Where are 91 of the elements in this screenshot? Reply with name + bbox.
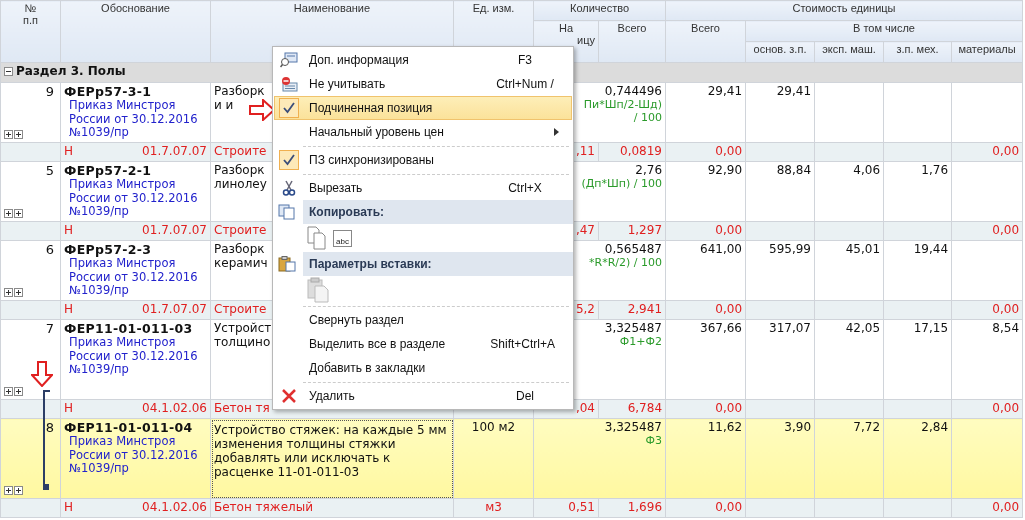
unit-cell: м3 [485,500,502,514]
resource-name: Строите [214,223,267,237]
resource-code: 04.1.02.06 [142,500,207,514]
column-header: Всего [598,20,666,63]
resource-mark: Н [64,144,74,158]
work-name: Разборк и и [214,84,265,112]
cost-cell: 595,99 [769,242,811,256]
column-header: № п.п [0,0,61,63]
cost-cell: 11,62 [707,420,742,434]
cost-cell: 29,41 [707,84,742,98]
quantity-cell: 5,2 [575,302,595,316]
quantity-formula: Ф3 [644,434,662,447]
quantity-cell: ,47 [575,223,595,237]
quantity-cell-text: 3,325487 [603,420,662,434]
cost-cell: 29,41 [776,84,811,98]
resource-code: 01.7.07.07 [142,302,207,316]
cost-cell: 2,84 [921,420,948,434]
quantity-formula: *R*R/2) / 100 [588,256,662,269]
cost-cell: 0,00 [715,144,742,158]
cost-cell: 367,66 [700,321,742,335]
cost-cell: 0,00 [992,144,1019,158]
cost-cell: 3,90 [784,420,811,434]
work-name: Разборк линолеу [214,163,267,191]
quantity-cell: 6,784 [627,401,662,415]
cost-cell: 8,54 [992,321,1019,335]
resource-code: 01.7.07.07 [142,144,207,158]
menu-section-header: Параметры вставки: [303,252,573,276]
cost-cell: 0,00 [992,500,1019,514]
rate-code: ФЕРр57-2-3 [64,242,153,257]
column-header: Количество [533,0,666,21]
row-number: 5 [44,163,55,178]
rate-code: ФЕРр57-2-1 [64,163,153,178]
column-header: В том числе [745,20,1023,42]
cost-cell: 88,84 [776,163,811,177]
section-title: Раздел 3. Полы [16,64,126,78]
rate-code: ФЕРр57-3-1 [64,84,153,99]
resource-mark: Н [64,401,74,415]
cost-cell: 0,00 [715,302,742,316]
resource-name: Строите [214,302,267,316]
resource-code: 04.1.02.06 [142,401,207,415]
quantity-cell: 1,297 [627,223,662,237]
resource-mark: Н [64,302,74,316]
cost-cell: 641,00 [700,242,742,256]
quantity-cell-text: 2,76 [634,163,662,177]
quantity-cell: 0,0819 [620,144,662,158]
column-header: ицу [577,34,595,46]
work-name: Разборк керамич [214,242,268,270]
cost-cell: 0,00 [715,223,742,237]
resource-name: Бетон тяжелый [214,500,313,514]
quantity-formula: Пи*Шп/2-Шд) / 100 [582,98,662,124]
cost-cell: 317,07 [769,321,811,335]
cost-cell: 42,05 [845,321,880,335]
resource-name: Бетон тя [214,401,270,415]
cost-cell: 4,06 [853,163,880,177]
cost-cell: 17,15 [913,321,948,335]
quantity-cell: 2,941 [627,302,662,316]
cost-cell: 0,00 [992,401,1019,415]
cost-cell: 0,00 [992,302,1019,316]
quantity-cell: 0,51 [568,500,595,514]
quantity-cell: 1,696 [627,500,662,514]
cost-cell: 92,90 [707,163,742,177]
cost-cell: 7,72 [853,420,880,434]
column-header: На [558,22,574,34]
cost-cell: 0,00 [992,223,1019,237]
row-number: 8 [44,420,55,435]
resource-mark: Н [64,500,74,514]
work-name: Устройст толщино [214,321,272,349]
row-number: 9 [44,84,55,99]
work-name: Устройство стяжек: на каждые 5 мм изменения толщины стяжки добавлять или исключать к расценке 11-01-011-03 [214,422,448,479]
quantity-cell: ,11 [575,144,595,158]
menu-section-header: Копировать: [303,200,573,224]
quantity-cell-text: 0,565487 [603,242,662,256]
column-header: Всего [665,20,746,63]
resource-mark: Н [64,223,74,237]
unit-cell: 100 м2 [471,420,516,434]
column-header: Стоимость единицы [665,0,1023,21]
quantity-cell: ,04 [575,401,595,415]
quantity-cell-text: 3,325487 [603,321,662,335]
row-number: 7 [44,321,55,336]
quantity-cell-text: 0,744496 [603,84,662,98]
rate-code: ФЕР11-01-011-04 [64,420,194,435]
cost-cell: 19,44 [913,242,948,256]
row-number: 6 [44,242,55,257]
rate-code: ФЕР11-01-011-03 [64,321,194,336]
cost-cell: 0,00 [715,401,742,415]
cost-cell: 1,76 [921,163,948,177]
resource-code: 01.7.07.07 [142,223,207,237]
cost-cell: 45,01 [845,242,880,256]
column-header: Обоснование [60,0,211,63]
cost-cell: 0,00 [715,500,742,514]
resource-name: Строите [214,144,267,158]
